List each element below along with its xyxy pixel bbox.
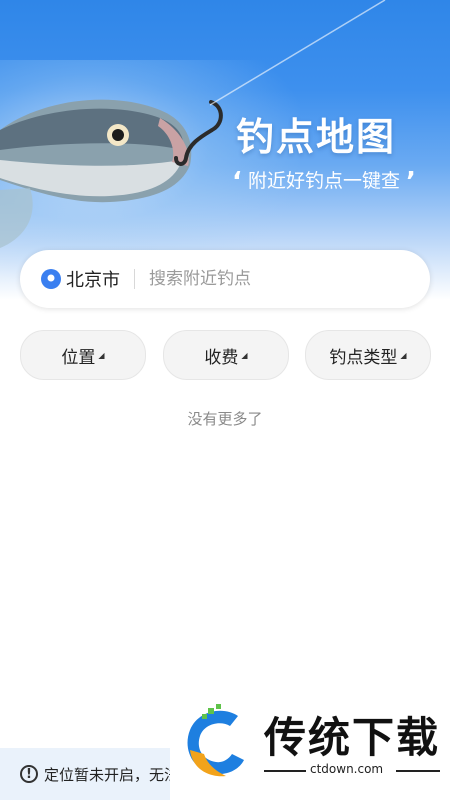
no-more-text: 没有更多了 (187, 410, 263, 428)
notice-text: 定位暂未开启，无法 (44, 765, 180, 784)
watermark-logo-icon (187, 704, 244, 777)
filter-label: 钓点类型 (329, 347, 398, 368)
search-input[interactable] (147, 268, 381, 290)
dropdown-triangle-icon: ◢ (98, 350, 105, 360)
watermark-url: ctdown.com (310, 762, 384, 776)
filter-label: 收费 (204, 347, 239, 368)
city-selector[interactable]: 北京市 (66, 266, 120, 292)
watermark: 传统下载 ctdown.com (170, 690, 450, 800)
dropdown-triangle-icon: ◢ (400, 350, 407, 360)
watermark-brand: 传统下载 (264, 713, 441, 762)
divider (134, 269, 135, 289)
filter-spot-type-button[interactable]: 钓点类型 ◢ (305, 330, 431, 380)
filter-fee-button[interactable]: 收费 ◢ (163, 330, 289, 380)
watermark-line-right (396, 770, 440, 772)
alert-icon: ! (20, 765, 38, 783)
hero-title: 钓点地图 (236, 115, 397, 159)
location-pin-icon[interactable] (40, 268, 62, 290)
search-bar: 北京市 (20, 250, 430, 308)
watermark-line-left (264, 770, 306, 772)
filter-location-button[interactable]: 位置 ◢ (20, 330, 146, 380)
open-quote: ‘ (232, 167, 242, 197)
close-quote: ’ (406, 167, 416, 197)
filter-label: 位置 (61, 347, 96, 368)
fishing-line (210, 0, 386, 106)
fishing-hook-icon (174, 100, 223, 166)
dropdown-triangle-icon: ◢ (241, 350, 248, 360)
hero-subtitle-text: 附近好钓点一键查 (247, 170, 400, 192)
hero-subtitle: ‘ 附近好钓点一键查 ’ (232, 166, 416, 197)
